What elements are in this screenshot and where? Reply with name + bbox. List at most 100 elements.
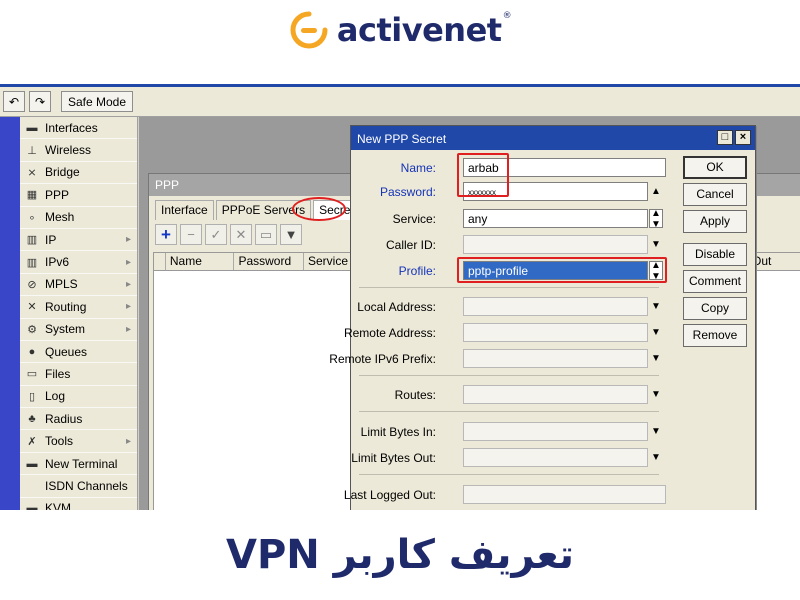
menu-item-label: Interfaces bbox=[45, 120, 98, 135]
menu-item-label: KVM bbox=[45, 501, 72, 510]
menu-item-label: Mesh bbox=[45, 210, 75, 225]
add-icon[interactable]: + bbox=[155, 224, 177, 245]
dialog-title: New PPP Secret □ × bbox=[351, 126, 755, 150]
tools-icon: ✗ bbox=[27, 435, 37, 448]
copy-button[interactable]: Copy bbox=[683, 297, 747, 320]
menu-item-kvm[interactable]: ▬ KVM bbox=[20, 498, 137, 510]
apply-button[interactable]: Apply bbox=[683, 210, 747, 233]
tab-interface[interactable]: Interface bbox=[155, 200, 214, 220]
main-toolbar: ↶ ↷ Safe Mode bbox=[0, 87, 800, 117]
menu-item-label: Log bbox=[45, 389, 66, 404]
comment-button[interactable]: Comment bbox=[683, 270, 747, 293]
comment-icon[interactable]: ▭ bbox=[255, 224, 277, 245]
main-menu: ▬ Interfaces ⊥ Wireless ⨯ Bridge ▦ PPP ∘ Mesh ▥ IP ▸… bbox=[20, 117, 138, 510]
menu-item-log[interactable]: ▯ Log bbox=[20, 386, 137, 409]
service-dropdown-icon[interactable]: ▲ ▼ bbox=[649, 208, 663, 230]
limit-bytes-out-dropdown-icon[interactable]: ▼ bbox=[649, 448, 663, 467]
profile-label: Profile: bbox=[398, 264, 436, 278]
routes-field[interactable] bbox=[463, 385, 648, 404]
menu-item-label: Files bbox=[45, 366, 71, 381]
menu-item-isdn-channels[interactable]: ISDN Channels bbox=[20, 475, 137, 498]
routes-row: Routes: ▼ bbox=[351, 385, 661, 405]
disable-icon[interactable]: ✕ bbox=[230, 224, 252, 245]
queues-icon: ● bbox=[28, 345, 36, 358]
name-password-highlight bbox=[457, 153, 509, 197]
activenet-logo-icon bbox=[289, 10, 329, 50]
ppp-toolbar: + − ✓ ✕ ▭ ▼ bbox=[155, 224, 302, 248]
local-address-dropdown-icon[interactable]: ▼ bbox=[649, 297, 663, 316]
last-logged-out-label: Last Logged Out: bbox=[343, 488, 436, 502]
menu-item-mpls[interactable]: ⊘ MPLS ▸ bbox=[20, 274, 137, 297]
submenu-arrow-icon: ▸ bbox=[125, 278, 131, 290]
remote-address-field[interactable] bbox=[463, 323, 648, 342]
close-icon[interactable]: × bbox=[735, 130, 751, 145]
local-address-field[interactable] bbox=[463, 297, 648, 316]
menu-item-label: IPv6 bbox=[45, 255, 70, 270]
menu-item-wireless[interactable]: ⊥ Wireless bbox=[20, 139, 137, 162]
local-address-row: Local Address: ▼ bbox=[351, 297, 661, 317]
mpls-icon: ⊘ bbox=[27, 278, 37, 291]
menu-item-ipv6[interactable]: ▥ IPv6 ▸ bbox=[20, 251, 137, 274]
local-address-label: Local Address: bbox=[357, 300, 436, 314]
name-label: Name: bbox=[400, 161, 436, 175]
service-select[interactable]: any bbox=[463, 209, 648, 228]
wireless-icon: ⊥ bbox=[27, 144, 37, 157]
menu-item-ppp[interactable]: ▦ PPP bbox=[20, 184, 137, 207]
filter-icon[interactable]: ▼ bbox=[280, 224, 302, 245]
limit-bytes-in-dropdown-icon[interactable]: ▼ bbox=[649, 422, 663, 441]
limit-bytes-in-label: Limit Bytes In: bbox=[360, 425, 436, 439]
limit-bytes-in-field[interactable] bbox=[463, 422, 648, 441]
submenu-arrow-icon: ▸ bbox=[125, 323, 131, 335]
menu-item-label: ISDN Channels bbox=[45, 478, 128, 493]
redo-icon[interactable]: ↷ bbox=[29, 91, 51, 112]
remove-icon[interactable]: − bbox=[180, 224, 202, 245]
menu-item-mesh[interactable]: ∘ Mesh bbox=[20, 207, 137, 229]
divider bbox=[359, 375, 659, 376]
service-label: Service: bbox=[392, 212, 436, 226]
column-password[interactable]: Password bbox=[234, 253, 304, 270]
menu-item-label: IP bbox=[45, 232, 57, 247]
caller-id-dropdown-icon[interactable]: ▼ bbox=[649, 235, 663, 254]
routes-dropdown-icon[interactable]: ▼ bbox=[649, 385, 663, 404]
menu-item-tools[interactable]: ✗ Tools ▸ bbox=[20, 430, 137, 453]
remote-address-dropdown-icon[interactable]: ▼ bbox=[649, 323, 663, 342]
menu-item-bridge[interactable]: ⨯ Bridge bbox=[20, 162, 137, 185]
files-icon: ▭ bbox=[26, 368, 38, 381]
caller-id-row: Caller ID: ▼ bbox=[351, 235, 661, 255]
bridge-icon: ⨯ bbox=[27, 166, 37, 179]
remote-ipv6-prefix-label: Remote IPv6 Prefix: bbox=[329, 352, 436, 366]
menu-item-routing[interactable]: ✕ Routing ▸ bbox=[20, 296, 137, 319]
cancel-button[interactable]: Cancel bbox=[683, 183, 747, 206]
remote-ipv6-dropdown-icon[interactable]: ▼ bbox=[649, 349, 663, 368]
menu-item-label: PPP bbox=[45, 187, 70, 202]
limit-bytes-out-row: Limit Bytes Out: ▼ bbox=[351, 448, 661, 468]
limit-bytes-in-row: Limit Bytes In: ▼ bbox=[351, 422, 661, 442]
radius-icon: ♣ bbox=[28, 412, 36, 425]
menu-item-radius[interactable]: ♣ Radius bbox=[20, 408, 137, 431]
interfaces-icon: ▬ bbox=[26, 121, 38, 134]
dialog-buttons: OK Cancel Apply Disable Comment Copy Rem… bbox=[683, 156, 747, 351]
ok-button[interactable]: OK bbox=[683, 156, 747, 179]
menu-item-new-terminal[interactable]: ▬ New Terminal bbox=[20, 453, 137, 476]
caller-id-field[interactable] bbox=[463, 235, 648, 254]
menu-item-interfaces[interactable]: ▬ Interfaces bbox=[20, 117, 137, 140]
enable-icon[interactable]: ✓ bbox=[205, 224, 227, 245]
menu-item-queues[interactable]: ● Queues bbox=[20, 341, 137, 364]
password-label: Password: bbox=[379, 185, 436, 199]
remote-ipv6-prefix-field[interactable] bbox=[463, 349, 648, 368]
menu-item-system[interactable]: ⚙ System ▸ bbox=[20, 319, 137, 341]
undo-icon[interactable]: ↶ bbox=[3, 91, 25, 112]
safe-mode-button[interactable]: Safe Mode bbox=[61, 91, 133, 112]
disable-button[interactable]: Disable bbox=[683, 243, 747, 266]
limit-bytes-out-field[interactable] bbox=[463, 448, 648, 467]
caption-banner: تعریف کاربر VPN bbox=[0, 510, 800, 600]
last-logged-out-row: Last Logged Out: bbox=[344, 485, 666, 505]
new-ppp-secret-dialog: New PPP Secret □ × Name: arbab Password:… bbox=[329, 125, 756, 513]
maximize-icon[interactable]: □ bbox=[717, 130, 733, 145]
brand-name: activenet® bbox=[336, 11, 512, 49]
menu-item-files[interactable]: ▭ Files bbox=[20, 363, 137, 386]
remove-button[interactable]: Remove bbox=[683, 324, 747, 347]
collapse-up-icon[interactable]: ▲ bbox=[649, 182, 663, 201]
column-name[interactable]: Name bbox=[166, 253, 235, 270]
menu-item-ip[interactable]: ▥ IP ▸ bbox=[20, 229, 137, 252]
